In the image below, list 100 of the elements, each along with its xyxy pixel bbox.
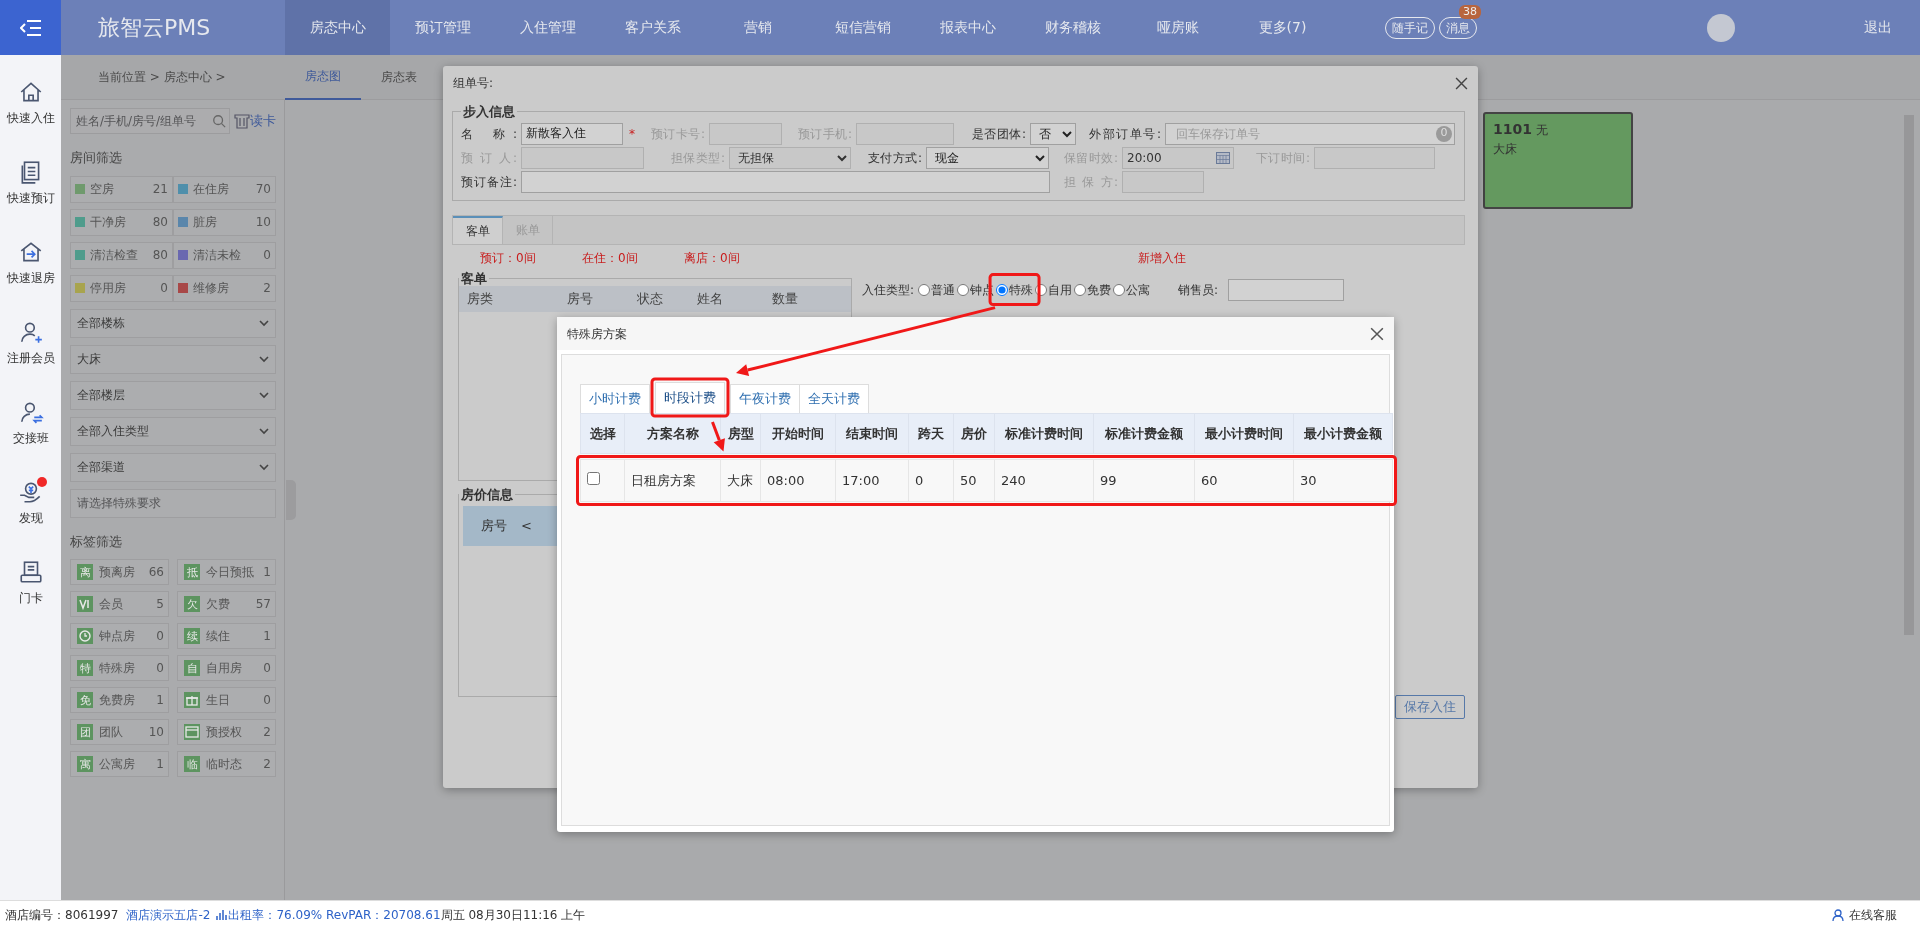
quick-action[interactable]: 交接班: [0, 383, 61, 463]
count-badge: 38: [1459, 4, 1481, 19]
radio-button[interactable]: [1035, 283, 1048, 296]
pricing-tab[interactable]: 全天计费: [799, 384, 869, 413]
status-filter[interactable]: 停用房 0: [70, 274, 173, 302]
hotel-id: 酒店编号：8061997: [5, 907, 119, 924]
dropdown[interactable]: 现金: [926, 146, 1049, 169]
quick-action[interactable]: 快速入住: [0, 63, 61, 143]
radio-button[interactable]: [957, 283, 970, 296]
column-header: 房号: [566, 290, 594, 309]
filter-count: 21: [152, 181, 168, 198]
quick-action[interactable]: 快速退房: [0, 223, 61, 303]
status-filter[interactable]: 脏房 10: [173, 208, 276, 236]
nav-item[interactable]: 财务稽核: [1020, 0, 1125, 55]
nav-item[interactable]: 客户关系: [600, 0, 705, 55]
nav-item[interactable]: 更多(7): [1230, 0, 1335, 55]
filter-count: 0: [263, 247, 271, 264]
dropdown[interactable]: 全部渠道: [70, 452, 276, 482]
dropdown[interactable]: 否: [1030, 122, 1076, 145]
tag-filter[interactable]: 离 预离房 66: [70, 559, 169, 585]
quick-action[interactable]: 快速预订: [0, 143, 61, 223]
status-filter[interactable]: 清洁未检 0: [173, 241, 276, 269]
section-title: 房间筛选: [70, 149, 123, 167]
nav-item[interactable]: 预订管理: [390, 0, 495, 55]
filter-label: 脏房: [193, 214, 218, 231]
status-filter[interactable]: 空房 21: [70, 175, 173, 203]
tag-filter[interactable]: 自 自用房 0: [177, 655, 276, 681]
filter-count: 80: [152, 214, 168, 231]
view-tab[interactable]: 房态图: [285, 54, 361, 100]
save-button[interactable]: 保存入住: [1395, 695, 1465, 719]
online-support-link[interactable]: 在线客服: [1831, 906, 1897, 924]
nav-item[interactable]: 房态中心: [285, 0, 390, 55]
pricing-tab[interactable]: 午夜计费: [730, 384, 800, 413]
column-header: 房号: [480, 517, 507, 536]
input-field[interactable]: [521, 170, 1050, 193]
table-cell: 17:00: [835, 459, 909, 502]
field-label: 外部订单号:: [1089, 125, 1162, 143]
table-cell: 08:00: [760, 459, 836, 502]
pricing-tab[interactable]: 小时计费: [580, 384, 650, 413]
status-filter[interactable]: 干净房 80: [70, 208, 173, 236]
tag-filter[interactable]: 生日 0: [177, 687, 276, 713]
logout-link[interactable]: 退出: [1864, 17, 1892, 38]
view-tab[interactable]: 房态表: [361, 54, 437, 100]
special-request-field[interactable]: 请选择特殊要求: [70, 488, 276, 518]
quick-action[interactable]: 注册会员: [0, 303, 61, 383]
tag-filter[interactable]: 寓 公寓房 1: [70, 751, 169, 777]
hotel-name-link[interactable]: 酒店演示五店-2: [126, 906, 211, 924]
menu-button[interactable]: [0, 0, 61, 55]
nav-item[interactable]: 短信营销: [810, 0, 915, 55]
dropdown[interactable]: 全部楼层: [70, 380, 276, 410]
radio-button[interactable]: [1113, 283, 1126, 296]
tag-filter[interactable]: 临 临时态 2: [177, 751, 276, 777]
filter-label: 维修房: [193, 280, 230, 297]
avatar[interactable]: [1707, 13, 1735, 42]
tag-filter[interactable]: 预授权 2: [177, 719, 276, 745]
dialog-tab[interactable]: 客单: [453, 215, 503, 244]
quick-action[interactable]: 发现: [0, 463, 61, 543]
close-icon: [1455, 76, 1468, 90]
nav-item[interactable]: 报表中心: [915, 0, 1020, 55]
dropdown[interactable]: 全部入住类型: [70, 416, 276, 446]
filter-label: 团队: [99, 724, 124, 741]
tag-filter[interactable]: 钟点房 0: [70, 623, 169, 649]
tag-glyph: 离: [77, 564, 93, 580]
status-filter[interactable]: 在住房 70: [173, 175, 276, 203]
status-filter[interactable]: 维修房 2: [173, 274, 276, 302]
search-field[interactable]: 姓名/手机/房号/组单号: [70, 108, 230, 134]
quick-action[interactable]: 门卡: [0, 543, 61, 623]
status-filter[interactable]: 清洁检查 80: [70, 241, 173, 269]
nav-item[interactable]: 入住管理: [495, 0, 600, 55]
tag-filter[interactable]: 特 特殊房 0: [70, 655, 169, 681]
tag-filter[interactable]: 免 免费房 1: [70, 687, 169, 713]
checkbox[interactable]: [587, 471, 600, 485]
filter-label: 预授权: [206, 724, 243, 741]
dropdown[interactable]: 大床: [70, 344, 276, 374]
filter-count: 57: [255, 596, 271, 613]
filter-label: 钟点房: [99, 628, 136, 645]
room-card[interactable]: 1101 无 大床: [1483, 112, 1633, 209]
filter-label: 欠费: [206, 596, 231, 613]
tag-filter[interactable]: 抵 今日预抵 1: [177, 559, 276, 585]
tag-filter[interactable]: 会员 5: [70, 591, 169, 617]
column-header: 房型: [720, 413, 761, 454]
field-label: 预订备注:: [461, 173, 518, 191]
pricing-tab[interactable]: 时段计费: [655, 382, 725, 413]
table-cell: 99: [1093, 459, 1195, 502]
radio-button[interactable]: [1074, 283, 1087, 296]
nav-item[interactable]: 哑房账: [1125, 0, 1230, 55]
read-card-button[interactable]: 读卡: [234, 111, 276, 131]
tag-filter[interactable]: 欠 欠费 57: [177, 591, 276, 617]
tag-filter[interactable]: 团 团队 10: [70, 719, 169, 745]
room-status: 无: [1535, 122, 1548, 139]
radio-button[interactable]: [918, 283, 931, 296]
filter-label: 预离房: [99, 564, 136, 581]
dropdown[interactable]: 全部楼栋: [70, 308, 276, 338]
tag-filter[interactable]: 续 续住 1: [177, 623, 276, 649]
filter-label: 公寓房: [99, 756, 136, 773]
nav-item[interactable]: 营销: [705, 0, 810, 55]
input-field[interactable]: [1228, 278, 1345, 301]
filter-count: 10: [148, 724, 164, 741]
radio-button[interactable]: [996, 283, 1009, 296]
input-field[interactable]: 新散客入住: [521, 122, 623, 145]
